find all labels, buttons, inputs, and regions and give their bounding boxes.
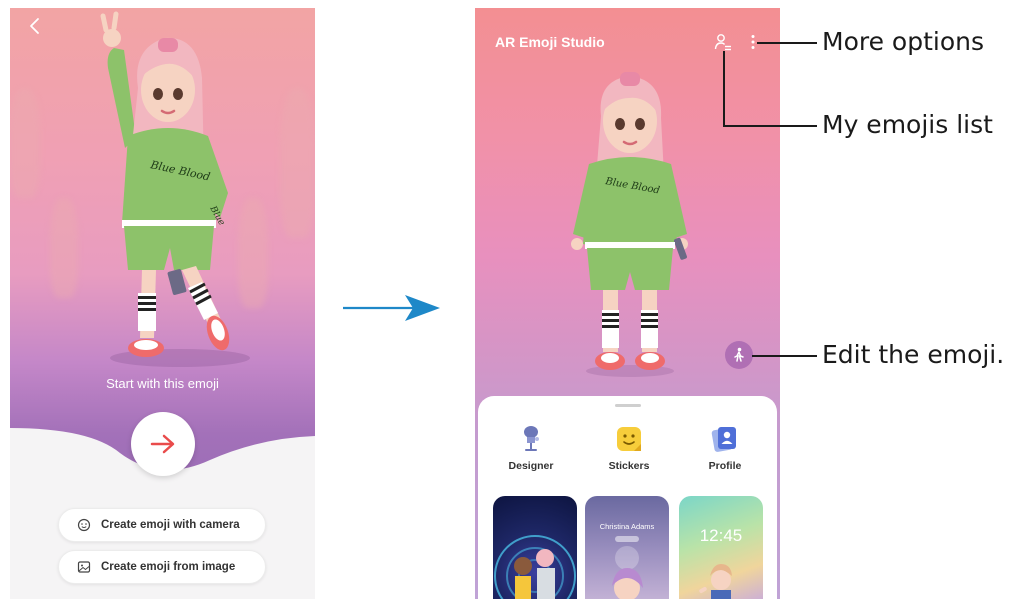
stickers-button[interactable]: Stickers [589,424,669,472]
callout-line-edit-emoji [752,355,817,357]
profile-icon [710,424,740,454]
designer-button[interactable]: Designer [491,424,571,472]
callout-line-my-emojis [723,125,817,127]
person-list-icon [714,34,731,51]
sheet-handle[interactable] [615,404,641,407]
designer-icon [516,424,546,454]
edit-emoji-button[interactable] [725,341,753,369]
create-emoji-image-label: Create emoji from image [101,561,236,573]
thumbnail-art [612,536,643,599]
callout-more-options: More options [822,27,984,56]
emoji-avatar: Blue Blood [571,72,688,377]
thumbnail-contact-profile[interactable]: Christina Adams [585,496,669,599]
emoji-start-screen: Blue Blood Blue Start with this emoji Cr… [10,8,315,599]
create-emoji-camera-button[interactable]: Create emoji with camera [58,508,266,542]
back-button[interactable] [28,16,48,42]
walking-person-icon [734,347,744,362]
emoji-avatar: Blue Blood Blue [100,11,250,367]
background-avatar [10,88,40,198]
image-icon [77,560,91,574]
profile-label: Profile [708,460,742,472]
face-icon [77,518,91,532]
profile-button[interactable]: Profile [685,424,765,472]
callout-line-my-emojis-vertical [723,51,725,127]
thumbnail-art [699,564,732,599]
flow-arrow-icon [343,295,440,321]
callout-my-emojis-list: My emojis list [822,110,993,139]
arrow-right-icon [150,434,175,454]
my-emojis-list-button[interactable] [713,32,733,52]
stickers-label: Stickers [608,460,650,472]
callout-line-more-options [757,42,817,44]
start-with-emoji-text: Start with this emoji [106,376,219,391]
create-emoji-camera-label: Create emoji with camera [101,519,240,531]
thumbnail-lock-screen[interactable]: 12:45 [679,496,763,599]
ar-emoji-studio-screen: AR Emoji Studio Blue Blood Designer Stic… [475,8,780,599]
app-title: AR Emoji Studio [495,34,605,50]
chevron-left-icon [30,18,39,34]
features-sheet: Designer Stickers Profile Christina Adam… [478,396,777,599]
thumbnail-art [494,535,576,599]
background-avatar [280,88,315,238]
create-emoji-image-button[interactable]: Create emoji from image [58,550,266,584]
more-vertical-icon [751,35,755,49]
thumbnail-emoji-video[interactable] [493,496,577,599]
designer-label: Designer [508,460,554,472]
start-button[interactable] [131,412,195,476]
stickers-icon [614,424,644,454]
callout-edit-emoji: Edit the emoji. [822,340,1005,369]
